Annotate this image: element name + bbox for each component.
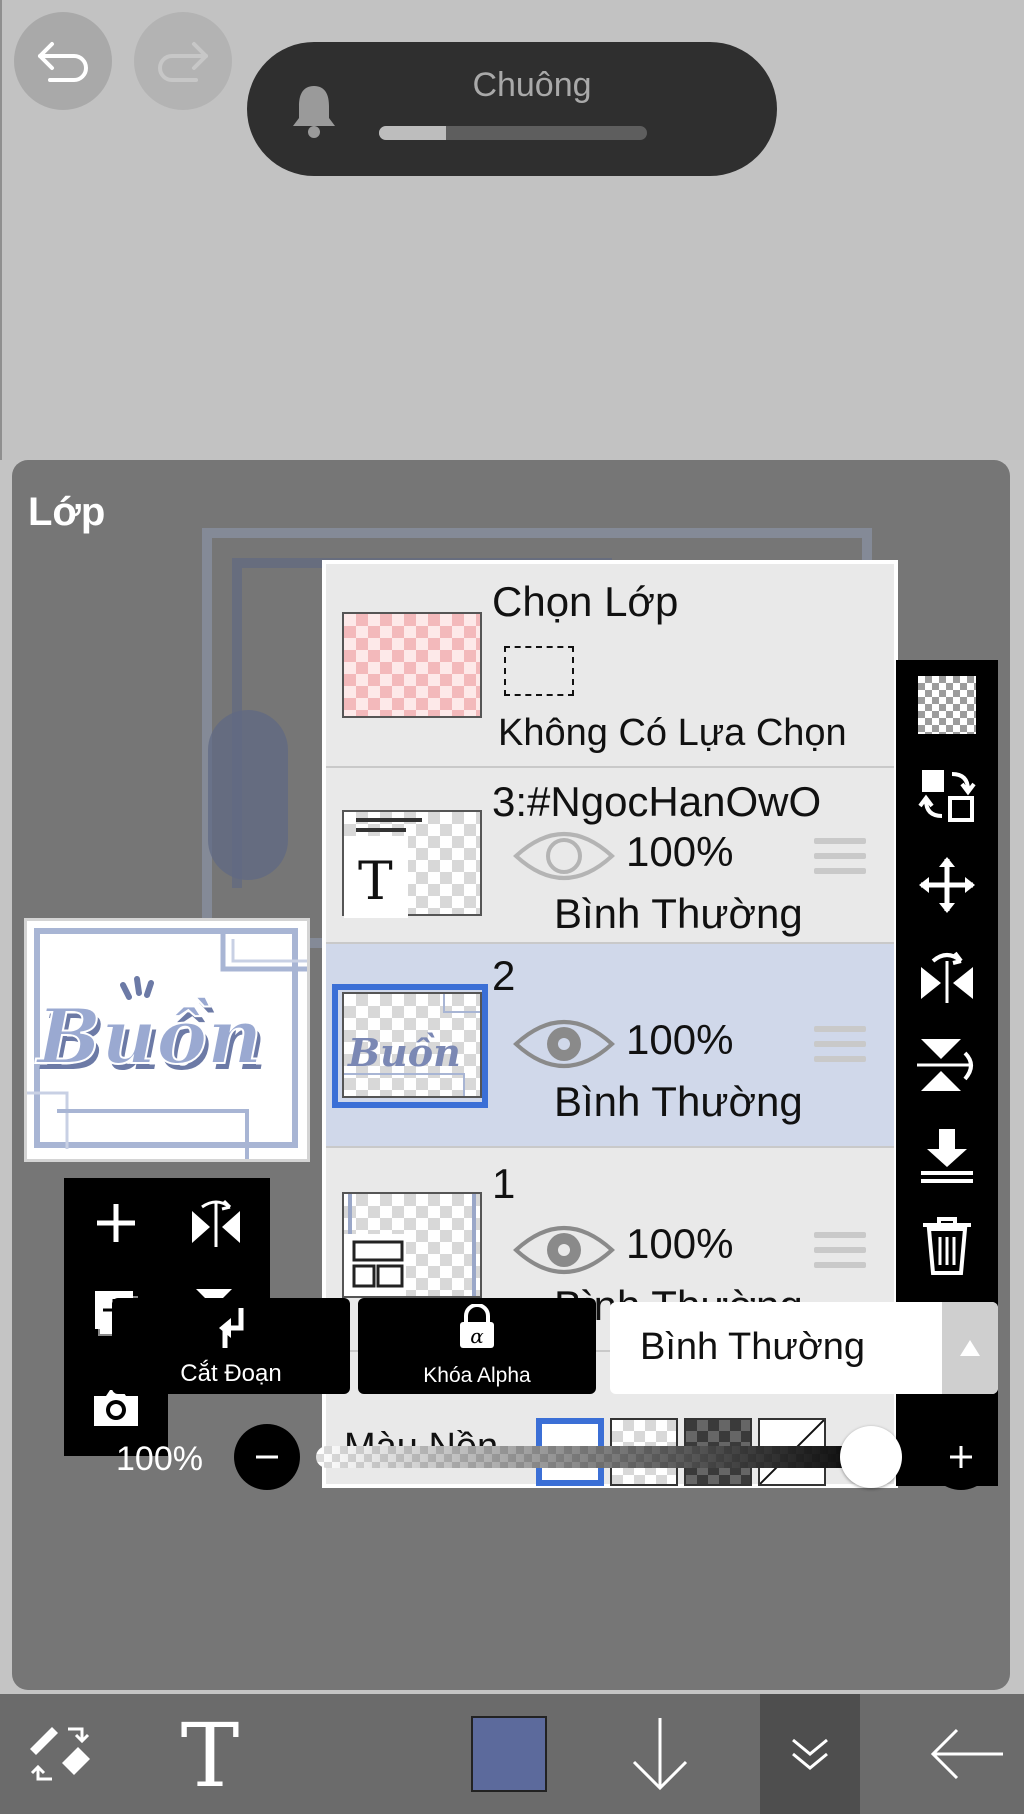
flip-horizontal-button[interactable] xyxy=(168,1178,264,1268)
opacity-decrease-button[interactable] xyxy=(234,1424,300,1490)
selection-layer-row[interactable]: Chọn Lớp Không Có Lựa Chọn xyxy=(326,564,894,768)
volume-bar xyxy=(379,126,647,140)
arrow-down-icon xyxy=(632,1718,688,1791)
chevron-up-icon xyxy=(960,1340,980,1356)
selection-marquee-icon xyxy=(504,646,574,696)
svg-text:α: α xyxy=(470,1324,484,1348)
drag-handle-icon[interactable] xyxy=(814,1026,866,1071)
layer-1-name: 1 xyxy=(492,1160,516,1207)
layer-3-blend-mode: Bình Thường xyxy=(554,890,803,937)
flip-vertical-icon xyxy=(917,1039,973,1091)
drag-handle-icon[interactable] xyxy=(814,838,866,883)
text-tool-button[interactable]: T xyxy=(150,1694,270,1814)
flip-layer-horizontal-button[interactable] xyxy=(896,930,998,1020)
opacity-increase-button[interactable] xyxy=(928,1424,994,1490)
redo-icon xyxy=(158,42,208,82)
opacity-slider[interactable] xyxy=(316,1446,886,1468)
brush-eraser-icon xyxy=(30,1727,90,1781)
canvas-artwork-shape xyxy=(208,710,288,880)
back-button[interactable] xyxy=(910,1694,1024,1814)
layer-2-opacity: 100% xyxy=(626,1016,734,1063)
blend-mode-value: Bình Thường xyxy=(640,1326,866,1368)
plus-icon xyxy=(950,1446,972,1468)
delete-layer-button[interactable] xyxy=(896,1200,998,1290)
clipping-label: Cắt Đoạn xyxy=(180,1360,282,1387)
arrow-left-icon xyxy=(930,1728,1003,1780)
blend-mode-select[interactable]: Bình Thường xyxy=(610,1302,998,1394)
clipping-button[interactable]: Cắt Đoạn xyxy=(112,1298,350,1394)
merge-down-icon xyxy=(921,1129,973,1183)
layer-row-3[interactable]: T 3:#NgocHanOwO 100% Bình Thường xyxy=(326,768,894,944)
current-color-swatch xyxy=(471,1716,547,1792)
checker-icon xyxy=(918,676,976,734)
undo-icon xyxy=(38,42,88,82)
layer-1-opacity: 100% xyxy=(626,1220,734,1267)
flip-horizontal-icon xyxy=(192,1199,240,1247)
undo-button[interactable] xyxy=(14,12,112,110)
alpha-lock-button[interactable]: α Khóa Alpha xyxy=(358,1298,596,1394)
layer-2-thumbnail: Buồn xyxy=(342,992,482,1098)
drag-handle-icon[interactable] xyxy=(814,1232,866,1277)
bottom-toolbar: T xyxy=(0,1694,1024,1814)
canvas-preview[interactable]: Buồn Buồn xyxy=(24,918,310,1162)
selection-layer-title: Chọn Lớp xyxy=(492,578,679,625)
flip-layer-vertical-button[interactable] xyxy=(896,1020,998,1110)
add-layer-button[interactable] xyxy=(68,1178,164,1268)
merge-down-button[interactable] xyxy=(896,1110,998,1200)
double-chevron-down-icon xyxy=(792,1738,828,1770)
layer-1-thumbnail xyxy=(342,1192,482,1298)
layer-row-2[interactable]: Buồn 2 100% Bình Thường xyxy=(326,944,894,1148)
layer-3-name: 3:#NgocHanOwO xyxy=(492,778,822,825)
trash-icon xyxy=(923,1217,971,1275)
blend-mode-arrow[interactable] xyxy=(942,1302,998,1394)
svg-text:Buồn: Buồn xyxy=(347,1030,461,1075)
opacity-slider-handle[interactable] xyxy=(840,1426,902,1488)
swap-layers-icon xyxy=(918,770,976,822)
layer-2-name: 2 xyxy=(492,952,516,999)
text-layer-icon: T xyxy=(358,852,393,912)
layer-2-blend-mode: Bình Thường xyxy=(554,1078,803,1125)
svg-text:T: T xyxy=(181,1714,240,1794)
alpha-lock-label: Khóa Alpha xyxy=(423,1364,531,1387)
layer-thumbnail-icon xyxy=(352,1240,404,1288)
plus-icon xyxy=(97,1204,135,1242)
text-tool-icon: T xyxy=(181,1714,240,1794)
scroll-down-button[interactable] xyxy=(610,1694,710,1814)
canvas-area: Chuông xyxy=(0,0,1024,460)
layer-panel: Lớp Buồn Buồn Chọn Lớp Không Có Lựa Chọn… xyxy=(12,460,1010,1690)
color-picker-button[interactable] xyxy=(466,1694,552,1814)
lock-icon: α xyxy=(460,1303,494,1348)
layer-panel-toggle-button[interactable] xyxy=(760,1694,860,1814)
layer-3-opacity: 100% xyxy=(626,828,734,875)
toast-title: Chuông xyxy=(472,66,592,104)
brush-eraser-toggle-button[interactable] xyxy=(0,1694,120,1814)
selection-layer-thumbnail xyxy=(342,612,482,718)
selection-layer-status: Không Có Lựa Chọn xyxy=(498,712,847,754)
minus-icon xyxy=(256,1455,278,1459)
volume-bar-fill xyxy=(379,126,446,140)
layer-3-thumbnail: T xyxy=(342,810,482,918)
visibility-eye-icon[interactable] xyxy=(512,826,616,886)
volume-toast: Chuông xyxy=(247,42,777,176)
visibility-eye-icon[interactable] xyxy=(512,1014,616,1074)
redo-button[interactable] xyxy=(134,12,232,110)
visibility-eye-icon[interactable] xyxy=(512,1220,616,1280)
flip-horizontal-icon xyxy=(921,951,973,1003)
clipping-arrow-icon xyxy=(219,1308,244,1348)
svg-text:Buồn: Buồn xyxy=(35,992,262,1081)
move-layer-button[interactable] xyxy=(896,840,998,930)
swap-layer-button[interactable] xyxy=(896,750,998,840)
transparency-button[interactable] xyxy=(896,660,998,750)
panel-title: Lớp xyxy=(28,490,106,534)
move-icon xyxy=(919,857,975,913)
opacity-value: 100% xyxy=(116,1440,203,1478)
